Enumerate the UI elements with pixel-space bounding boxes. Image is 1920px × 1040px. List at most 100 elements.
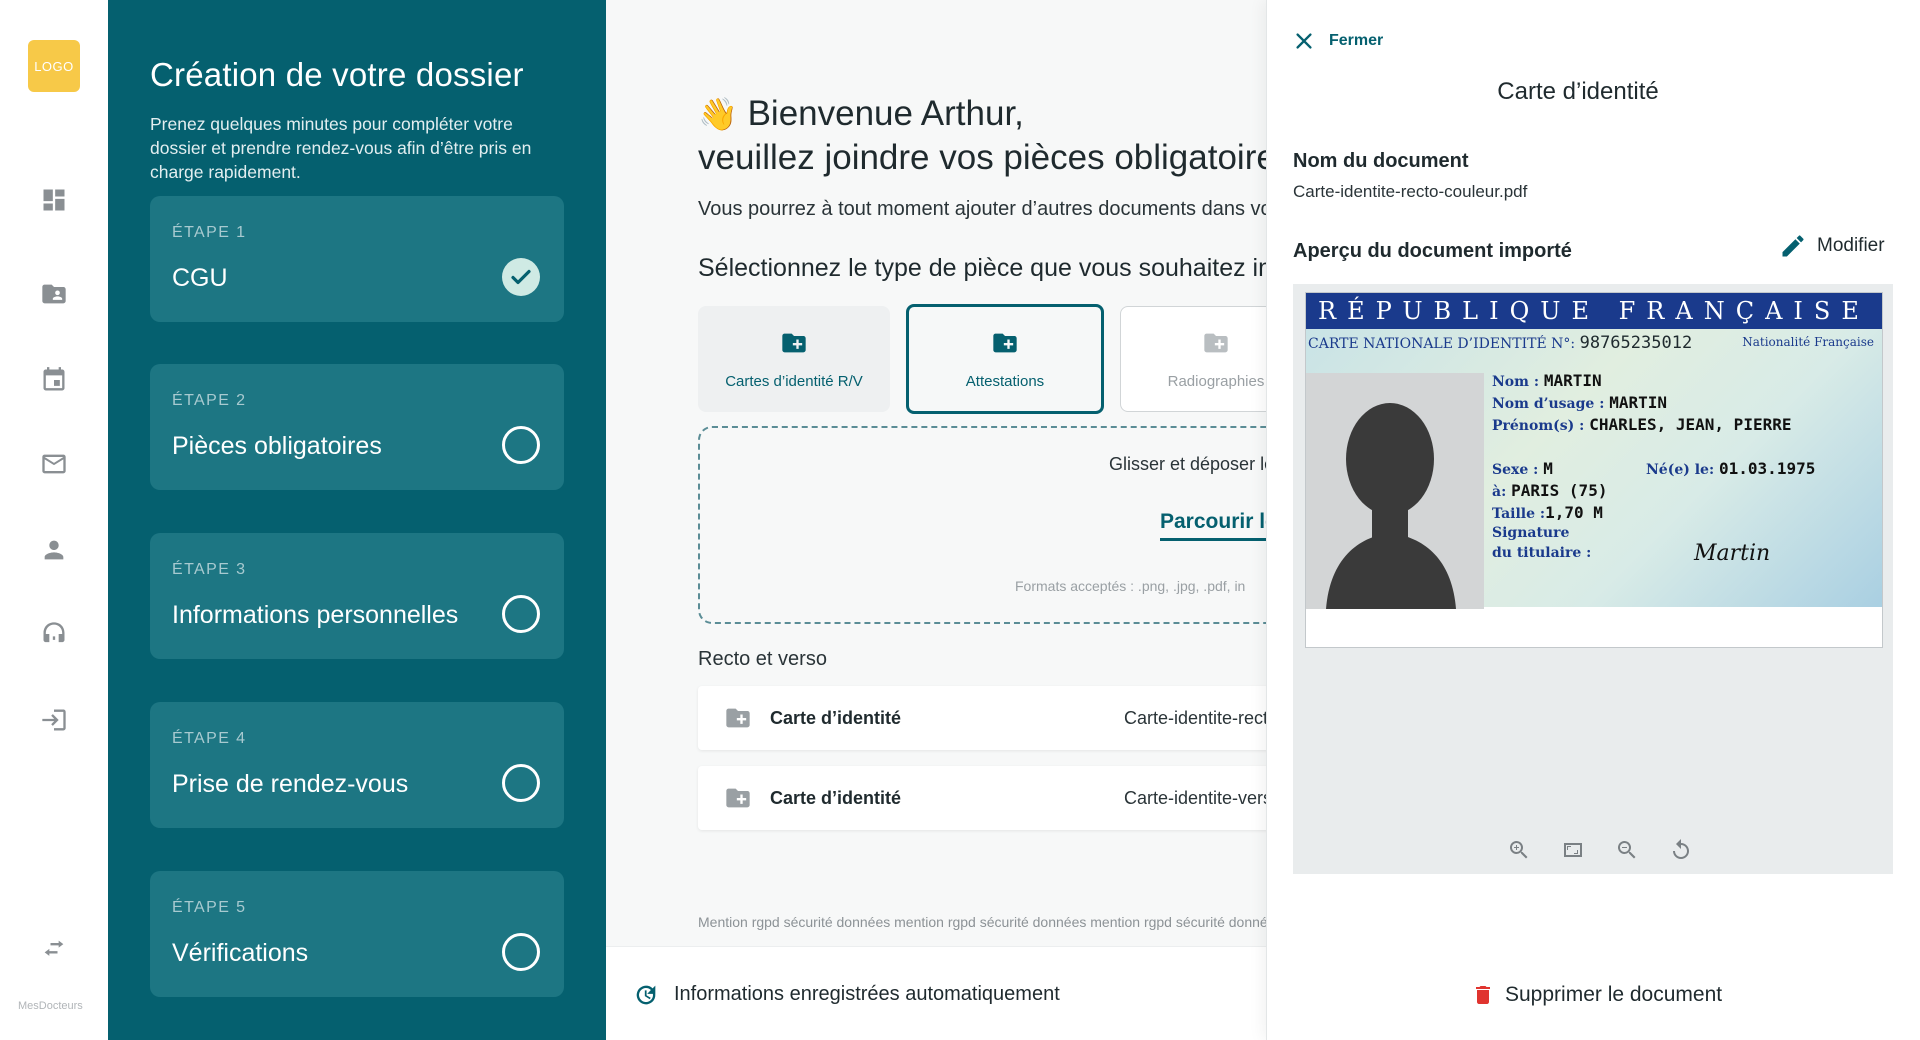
pencil-icon xyxy=(1782,235,1804,257)
id-card-image: RÉPUBLIQUE FRANÇAISE CARTE NATIONALE D’I… xyxy=(1305,292,1883,648)
brand-name: MesDocteurs xyxy=(18,1000,83,1012)
document-name: Carte d’identité xyxy=(770,707,902,728)
step-title: Pièces obligatoires xyxy=(172,432,382,460)
step-title: Informations personnelles xyxy=(172,601,459,629)
steps-panel: Création de votre dossier Prenez quelque… xyxy=(108,0,606,1040)
card-birthdate-label: Né(e) le: xyxy=(1646,462,1715,478)
trash-icon xyxy=(1476,986,1490,1004)
edit-button[interactable]: Modifier xyxy=(1779,232,1885,260)
drawer-title: Carte d’identité xyxy=(1497,78,1659,105)
greeting-line-2: veuillez joindre vos pièces obligatoires xyxy=(698,138,1266,177)
delete-document-button[interactable]: Supprimer le document xyxy=(1471,982,1722,1008)
step-1[interactable]: ÉTAPE 1 CGU xyxy=(150,196,564,322)
step-3[interactable]: ÉTAPE 3 Informations personnelles xyxy=(150,533,564,659)
swap-icon[interactable] xyxy=(34,930,74,970)
folder-add-icon xyxy=(726,788,750,808)
empty-circle-icon xyxy=(502,595,540,633)
step-number: ÉTAPE 5 xyxy=(172,899,247,916)
card-birthplace-value: PARIS (75) xyxy=(1511,481,1608,500)
card-number: 98765235012 xyxy=(1579,333,1693,353)
greeting: 👋 Bienvenue Arthur, veuillez joindre vos… xyxy=(698,92,1266,180)
icon-rail: LOGO MesDocteurs xyxy=(0,0,108,1040)
card-sexe: Sexe : M xyxy=(1492,459,1553,478)
card-sexe-value: M xyxy=(1543,459,1553,478)
type-label: Attestations xyxy=(965,372,1045,390)
doc-name-value: Carte-identite-recto-couleur.pdf xyxy=(1293,182,1528,201)
step-number: ÉTAPE 1 xyxy=(172,224,247,241)
card-birthplace: à: PARIS (75) xyxy=(1492,481,1607,500)
card-usage: Nom d’usage : MARTIN xyxy=(1492,393,1667,412)
type-identity-cards[interactable]: Cartes d’identité R/V xyxy=(698,306,890,412)
signature: Martin xyxy=(1694,541,1771,566)
greeting-line-1: Bienvenue Arthur, xyxy=(747,94,1024,133)
step-number: ÉTAPE 2 xyxy=(172,392,247,409)
folder-add-icon xyxy=(726,708,750,728)
login-icon[interactable] xyxy=(34,700,74,740)
folder-add-icon xyxy=(993,333,1017,352)
folder-add-icon xyxy=(1204,333,1228,352)
delete-label: Supprimer le document xyxy=(1505,983,1723,1006)
step-4[interactable]: ÉTAPE 4 Prise de rendez-vous xyxy=(150,702,564,828)
step-title: Vérifications xyxy=(172,939,309,967)
folder-add-icon xyxy=(782,333,806,352)
card-height-value: 1,70 M xyxy=(1545,503,1603,522)
card-nom-label: Nom : xyxy=(1492,374,1539,390)
document-file: Carte-identite-recto-couleur.pdf xyxy=(1124,707,1266,728)
zoom-out-icon[interactable] xyxy=(1611,836,1643,864)
calendar-icon[interactable] xyxy=(34,360,74,400)
id-photo xyxy=(1306,373,1484,609)
step-number: ÉTAPE 4 xyxy=(172,730,247,747)
check-circle-icon xyxy=(502,258,540,296)
card-birthplace-label: à: xyxy=(1492,484,1507,500)
close-label: Fermer xyxy=(1329,32,1384,49)
type-radiographies[interactable]: Radiographies xyxy=(1120,306,1266,412)
accepted-formats: Formats acceptés : .png, .jpg, .pdf, in xyxy=(1015,578,1246,594)
card-birthdate-value: 01.03.1975 xyxy=(1719,459,1816,478)
support-agent-icon[interactable] xyxy=(34,614,74,654)
card-usage-label: Nom d’usage : xyxy=(1492,396,1605,412)
document-row[interactable]: Carte d’identité Carte-identite-verso-co… xyxy=(698,766,1266,830)
preview-toolbar xyxy=(1503,836,1697,864)
card-nom-value: MARTIN xyxy=(1543,371,1602,390)
card-signature-label-1: Signature xyxy=(1492,525,1570,541)
card-number-label: CARTE NATIONALE D’IDENTITÉ N°: xyxy=(1308,336,1576,352)
fit-screen-icon[interactable] xyxy=(1557,836,1589,864)
dashboard-icon[interactable] xyxy=(34,180,74,220)
main-content: 👋 Bienvenue Arthur, veuillez joindre vos… xyxy=(606,0,1266,1040)
empty-circle-icon xyxy=(502,426,540,464)
type-attestations[interactable]: Attestations xyxy=(906,304,1104,414)
preview-label: Aperçu du document importé xyxy=(1293,240,1572,262)
browse-files-link[interactable]: Parcourir les fichiers xyxy=(1160,510,1266,541)
rgpd-mention: Mention rgpd sécurité données mention rg… xyxy=(698,914,1266,930)
zoom-in-icon[interactable] xyxy=(1503,836,1535,864)
drop-zone[interactable]: Glisser et déposer les fichiers ici Parc… xyxy=(698,426,1266,624)
mail-icon[interactable] xyxy=(34,444,74,484)
autosave-text: Informations enregistrées automatiquemen… xyxy=(674,983,1060,1005)
folder-user-icon[interactable] xyxy=(34,274,74,314)
rotate-icon[interactable] xyxy=(1665,836,1697,864)
document-file: Carte-identite-verso-couleur.pdf xyxy=(1124,787,1266,808)
drop-text: Glisser et déposer les fichiers ici xyxy=(1109,454,1266,474)
card-usage-value: MARTIN xyxy=(1609,393,1668,412)
step-5[interactable]: ÉTAPE 5 Vérifications xyxy=(150,871,564,997)
document-type-list: Cartes d’identité R/V Attestations Radio… xyxy=(698,304,1266,414)
type-label: Cartes d’identité R/V xyxy=(725,372,863,390)
card-number-line: CARTE NATIONALE D’IDENTITÉ N°: 987652350… xyxy=(1308,333,1692,353)
card-birthdate: Né(e) le: 01.03.1975 xyxy=(1646,459,1815,478)
document-drawer: Fermer Carte d’identité Nom du document … xyxy=(1266,0,1920,1040)
type-label: Radiographies xyxy=(1167,372,1265,390)
steps-title: Création de votre dossier xyxy=(150,56,524,93)
card-prenoms-value: CHARLES, JEAN, PIERRE xyxy=(1589,415,1792,434)
step-2[interactable]: ÉTAPE 2 Pièces obligatoires xyxy=(150,364,564,490)
step-title: Prise de rendez-vous xyxy=(172,770,409,798)
card-nom: Nom : MARTIN xyxy=(1492,371,1602,390)
doc-name-label: Nom du document xyxy=(1293,150,1469,172)
card-height: Taille :1,70 M xyxy=(1492,503,1603,522)
recto-verso-label: Recto et verso xyxy=(698,648,827,670)
document-row[interactable]: Carte d’identité Carte-identite-recto-co… xyxy=(698,686,1266,750)
person-icon[interactable] xyxy=(34,530,74,570)
person-silhouette-icon xyxy=(1306,373,1484,609)
close-button[interactable]: Fermer xyxy=(1293,30,1383,52)
close-icon xyxy=(1296,33,1312,49)
autosave-footer: Informations enregistrées automatiquemen… xyxy=(606,946,1266,1040)
